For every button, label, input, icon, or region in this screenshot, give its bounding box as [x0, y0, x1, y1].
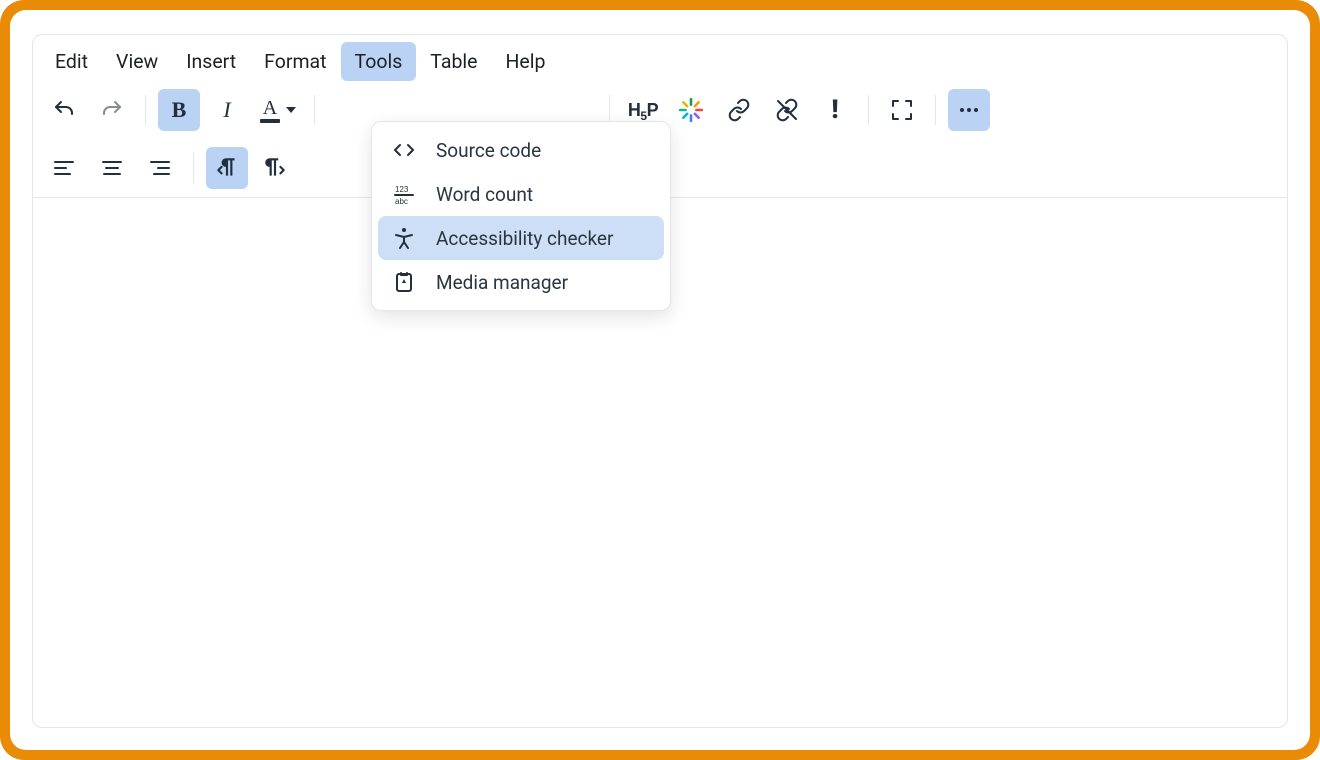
fullscreen-button[interactable] — [881, 89, 923, 131]
exclaim-button[interactable]: ! — [814, 89, 856, 131]
svg-text:123: 123 — [395, 185, 409, 194]
menu-edit[interactable]: Edit — [41, 42, 102, 81]
code-icon — [390, 138, 418, 162]
align-center-button[interactable] — [91, 147, 133, 189]
text-color-icon: A — [260, 98, 280, 123]
undo-icon — [52, 98, 76, 122]
align-left-icon — [52, 156, 76, 180]
link-button[interactable] — [718, 89, 760, 131]
menubar: Edit View Insert Format Tools Table Help — [33, 35, 1287, 81]
word-count-icon: 123 abc — [390, 182, 418, 206]
ltr-direction-button[interactable] — [254, 147, 296, 189]
menu-view[interactable]: View — [102, 42, 172, 81]
rtl-direction-button[interactable] — [206, 147, 248, 189]
starburst-icon — [678, 97, 704, 123]
frame: Edit View Insert Format Tools Table Help — [0, 0, 1320, 760]
dd-label: Media manager — [436, 271, 568, 294]
redo-button[interactable] — [91, 89, 133, 131]
dd-media-manager[interactable]: Media manager — [378, 260, 664, 304]
italic-button[interactable]: I — [206, 89, 248, 131]
menu-format[interactable]: Format — [250, 42, 340, 81]
dd-label: Accessibility checker — [436, 227, 613, 250]
menu-tools[interactable]: Tools — [341, 42, 417, 81]
unlink-button[interactable] — [766, 89, 808, 131]
align-center-icon — [100, 156, 124, 180]
menu-insert[interactable]: Insert — [172, 42, 250, 81]
unlink-icon — [775, 98, 799, 122]
dd-source-code[interactable]: Source code — [378, 128, 664, 172]
italic-icon: I — [223, 97, 230, 123]
h5p-icon: H5P — [628, 100, 658, 121]
editor: Edit View Insert Format Tools Table Help — [32, 34, 1288, 728]
indent-ltr-icon — [262, 155, 288, 181]
bold-button[interactable]: B — [158, 89, 200, 131]
exclaim-icon: ! — [831, 95, 838, 125]
menu-table[interactable]: Table — [416, 42, 491, 81]
separator — [314, 95, 315, 125]
dd-accessibility-checker[interactable]: Accessibility checker — [378, 216, 664, 260]
undo-button[interactable] — [43, 89, 85, 131]
dd-label: Word count — [436, 183, 533, 206]
canvas: Edit View Insert Format Tools Table Help — [10, 10, 1310, 750]
dd-label: Source code — [436, 139, 541, 162]
fullscreen-icon — [890, 98, 914, 122]
more-button[interactable] — [948, 89, 990, 131]
accessibility-icon — [390, 226, 418, 250]
starburst-button[interactable] — [670, 89, 712, 131]
dd-word-count[interactable]: 123 abc Word count — [378, 172, 664, 216]
bold-icon: B — [172, 97, 187, 123]
align-right-icon — [148, 156, 172, 180]
text-color-button[interactable]: A — [254, 89, 302, 131]
chevron-down-icon — [286, 107, 296, 113]
redo-icon — [100, 98, 124, 122]
separator — [145, 95, 146, 125]
tools-dropdown: Source code 123 abc Word count Accessibil… — [371, 121, 671, 311]
more-icon — [957, 98, 981, 122]
align-right-button[interactable] — [139, 147, 181, 189]
outdent-rtl-icon — [214, 155, 240, 181]
media-manager-icon — [390, 270, 418, 294]
svg-text:abc: abc — [395, 197, 408, 206]
menu-help[interactable]: Help — [492, 42, 560, 81]
separator — [868, 95, 869, 125]
separator — [193, 153, 194, 183]
align-left-button[interactable] — [43, 147, 85, 189]
link-icon — [727, 98, 751, 122]
separator — [935, 95, 936, 125]
